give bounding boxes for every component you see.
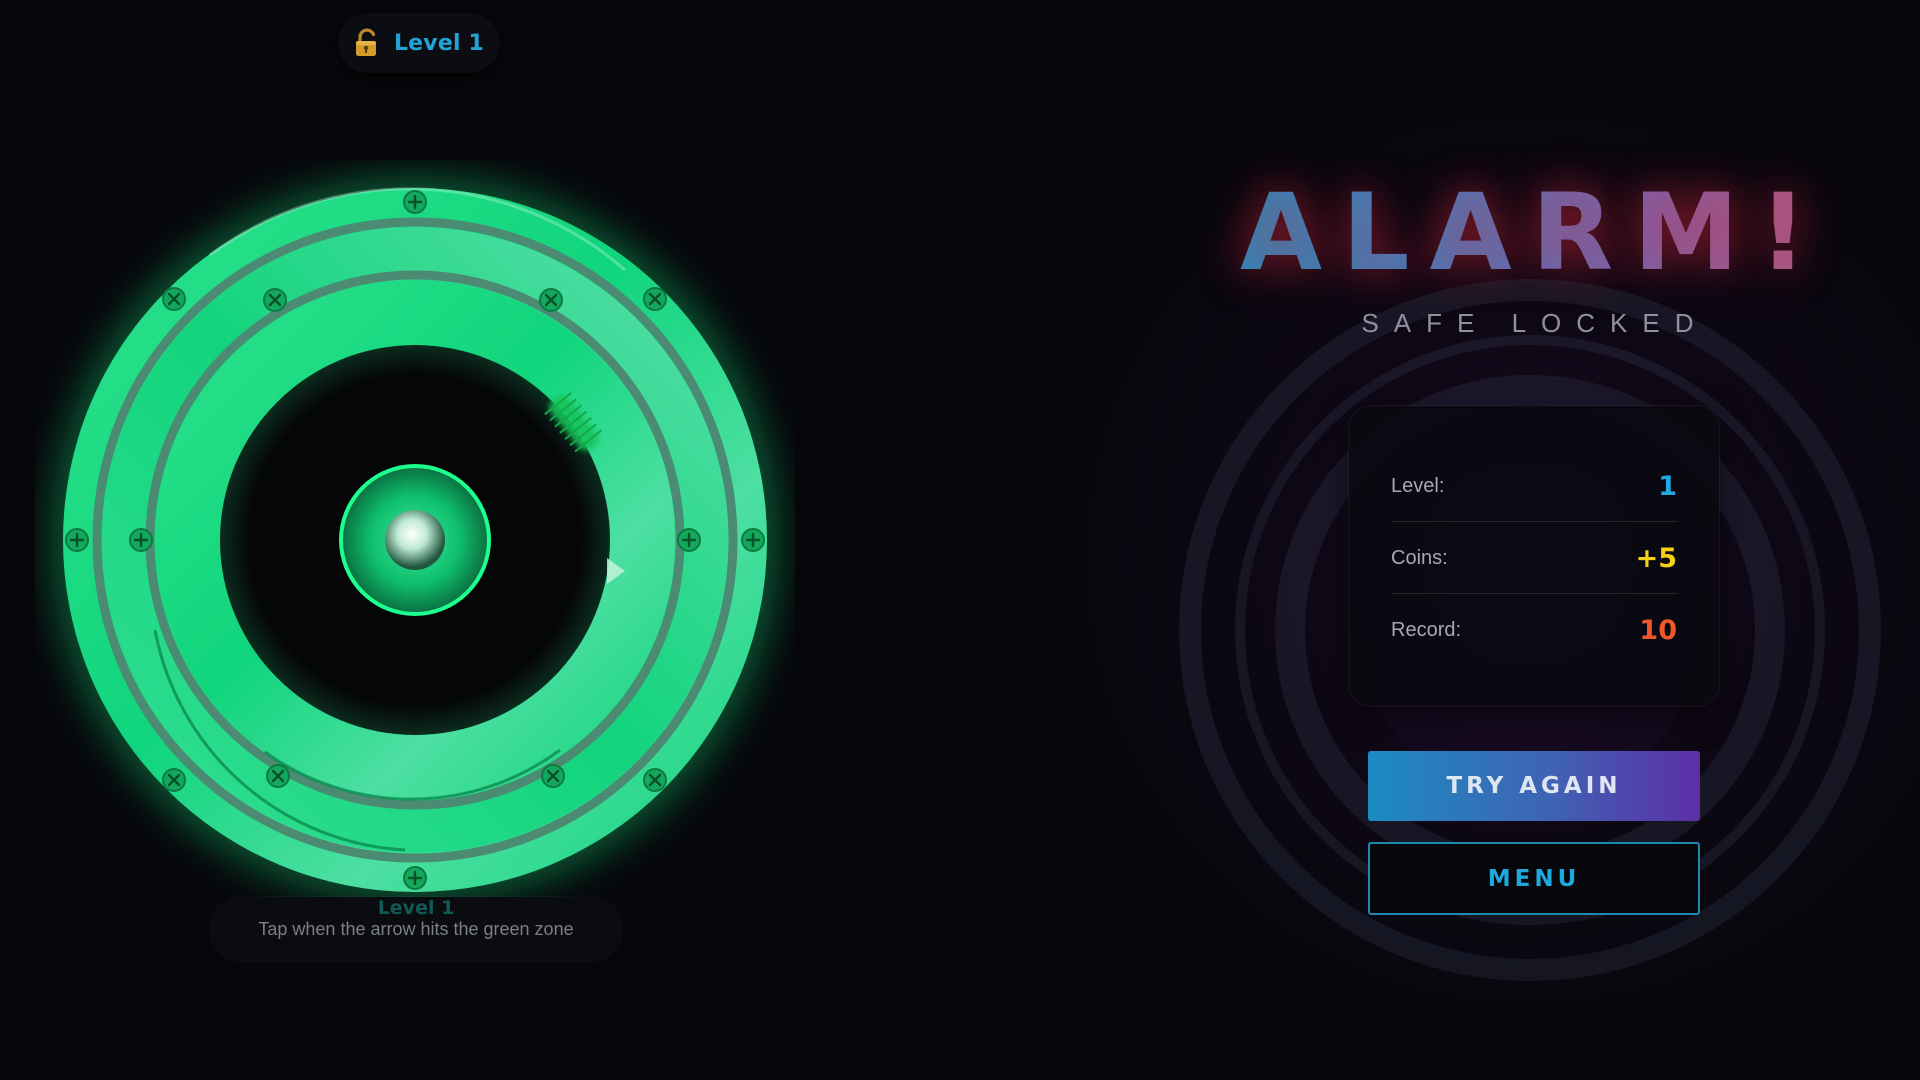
hint-panel: Level 1 Tap when the arrow hits the gree…: [210, 897, 622, 961]
stat-row-record: Record: 10: [1391, 594, 1677, 666]
stat-value: 1: [1658, 470, 1677, 502]
level-badge-label: Level 1: [393, 30, 485, 56]
unlocked-padlock-icon: [355, 28, 376, 56]
safe-locked-subtitle: SAFE LOCKED: [1361, 308, 1709, 338]
hint-instruction: Tap when the arrow hits the green zone: [258, 919, 574, 939]
center-knob: [385, 510, 445, 570]
menu-button[interactable]: MENU: [1368, 842, 1700, 915]
stat-label: Record:: [1391, 618, 1462, 641]
alarm-title: ALARM!: [1240, 168, 1820, 298]
game-screen: Level 1 Level 1 Tap when the arrow hits …: [0, 0, 1920, 1080]
stat-value: +5: [1635, 542, 1677, 574]
stat-label: Level:: [1391, 474, 1445, 497]
stat-row-level: Level: 1: [1391, 450, 1677, 522]
safe-dial[interactable]: [35, 160, 795, 920]
stat-label: Coins:: [1391, 546, 1448, 569]
hint-level-label: Level 1: [377, 897, 455, 919]
stat-row-coins: Coins: +5: [1391, 522, 1677, 594]
level-badge: Level 1: [339, 14, 499, 72]
stat-value: 10: [1639, 614, 1677, 646]
try-again-button[interactable]: TRY AGAIN: [1368, 751, 1700, 821]
